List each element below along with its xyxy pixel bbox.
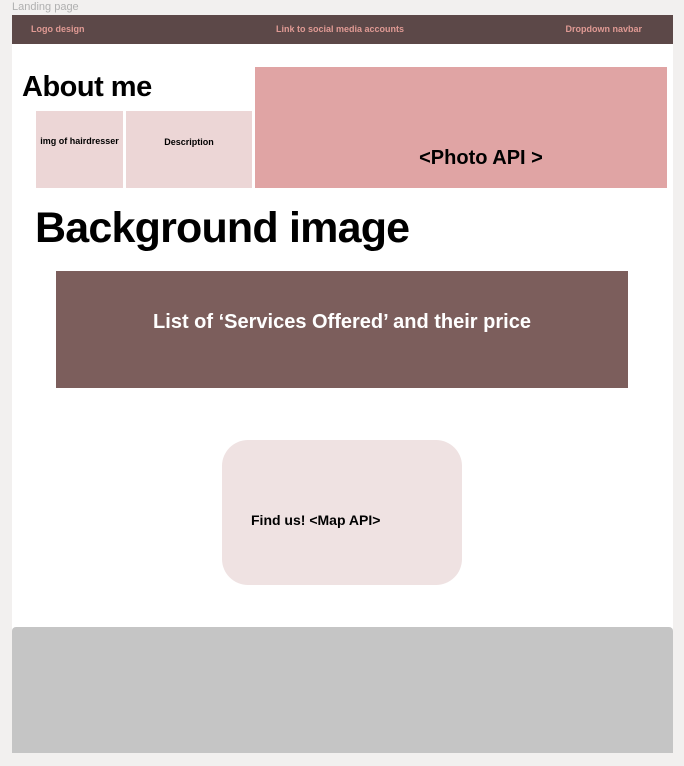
hairdresser-image-placeholder: img of hairdresser (36, 111, 123, 188)
about-heading: About me (22, 71, 152, 103)
services-label: List of ‘Services Offered’ and their pri… (153, 311, 531, 333)
description-box: Description (126, 111, 252, 188)
map-label: Find us! <Map API> (251, 512, 381, 528)
footer (12, 627, 673, 753)
social-media-link[interactable]: Link to social media accounts (276, 15, 404, 44)
navbar: Logo design Link to social media account… (12, 15, 673, 44)
dropdown-navbar[interactable]: Dropdown navbar (565, 15, 642, 44)
description-label: Description (164, 137, 214, 147)
photo-api-label: <Photo API > (419, 147, 543, 169)
frame-label: Landing page (12, 1, 79, 13)
hairdresser-image-label: img of hairdresser (40, 136, 119, 146)
map-card[interactable]: Find us! <Map API> (222, 440, 462, 585)
photo-api-block: <Photo API > (255, 67, 667, 188)
logo-link[interactable]: Logo design (31, 15, 85, 44)
landing-page-canvas: Logo design Link to social media account… (12, 15, 673, 753)
background-image-heading: Background image (35, 204, 410, 252)
services-block: List of ‘Services Offered’ and their pri… (56, 271, 628, 388)
